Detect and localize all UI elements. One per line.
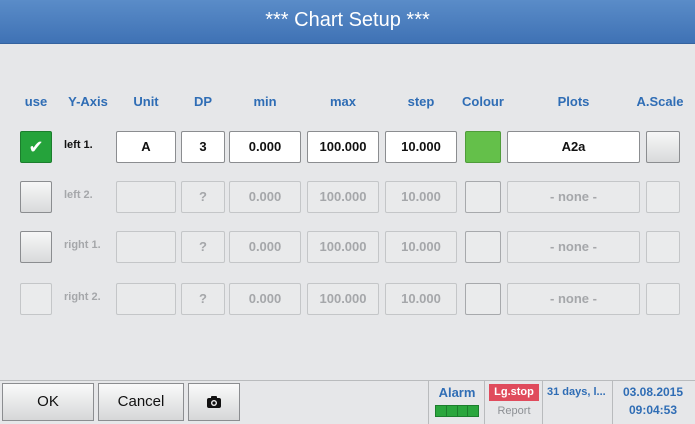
step-field-left1[interactable]: 10.000 (385, 131, 457, 163)
unit-field-left1[interactable]: A (116, 131, 176, 163)
ascale-button-right1[interactable] (646, 231, 680, 263)
row-label-right1: right 1. (64, 239, 101, 251)
logger-panel[interactable]: Lg.stop Report (484, 381, 542, 424)
header-plots: Plots (557, 94, 590, 109)
duration-text: 31 days, l... (547, 386, 606, 398)
header-min: min (253, 94, 277, 109)
step-field-right2[interactable]: 10.000 (385, 283, 457, 315)
step-field-left2[interactable]: 10.000 (385, 181, 457, 213)
ascale-button-left2[interactable] (646, 181, 680, 213)
datetime-panel: 03.08.2015 09:04:53 (612, 381, 695, 424)
colour-swatch-right1[interactable] (465, 231, 501, 263)
plots-field-left1[interactable]: A2a (507, 131, 640, 163)
report-label: Report (497, 405, 531, 417)
ok-button[interactable]: OK (2, 383, 94, 421)
header-max: max (329, 94, 357, 109)
alarm-panel[interactable]: Alarm (428, 381, 484, 424)
max-field-left2[interactable]: 100.000 (307, 181, 379, 213)
check-icon: ✔ (28, 137, 44, 157)
alarm-indicator (435, 405, 479, 417)
header-colour: Colour (462, 94, 504, 109)
plots-field-right2[interactable]: - none - (507, 283, 640, 315)
plots-field-left2[interactable]: - none - (507, 181, 640, 213)
min-field-left1[interactable]: 0.000 (229, 131, 301, 163)
ascale-button-right2[interactable] (646, 283, 680, 315)
unit-field-right2[interactable] (116, 283, 176, 315)
window-title: *** Chart Setup *** (0, 0, 695, 44)
use-checkbox-right2[interactable] (20, 283, 52, 315)
header-ascale: A.Scale (636, 94, 684, 109)
use-checkbox-right1[interactable] (20, 231, 52, 263)
colour-swatch-left2[interactable] (465, 181, 501, 213)
row-label-left1: left 1. (64, 139, 93, 151)
use-checkbox-left1[interactable]: ✔ (20, 131, 52, 163)
camera-icon (207, 396, 221, 408)
row-label-right2: right 2. (64, 291, 101, 303)
use-checkbox-left2[interactable] (20, 181, 52, 213)
colour-swatch-right2[interactable] (465, 283, 501, 315)
cancel-button[interactable]: Cancel (98, 383, 184, 421)
duration-panel: 31 days, l... (542, 381, 612, 424)
alarm-label: Alarm (438, 385, 476, 400)
header-use: use (24, 94, 48, 109)
date-text: 03.08.2015 (622, 385, 684, 399)
step-field-right1[interactable]: 10.000 (385, 231, 457, 263)
lgstop-badge: Lg.stop (489, 384, 539, 401)
header-step: step (407, 94, 435, 109)
min-field-left2[interactable]: 0.000 (229, 181, 301, 213)
unit-field-right1[interactable] (116, 231, 176, 263)
colour-swatch-left1[interactable] (465, 131, 501, 163)
max-field-right2[interactable]: 100.000 (307, 283, 379, 315)
plots-field-right1[interactable]: - none - (507, 231, 640, 263)
header-dp: DP (193, 94, 213, 109)
time-text: 09:04:53 (628, 403, 678, 417)
max-field-right1[interactable]: 100.000 (307, 231, 379, 263)
unit-field-left2[interactable] (116, 181, 176, 213)
min-field-right2[interactable]: 0.000 (229, 283, 301, 315)
row-label-left2: left 2. (64, 189, 93, 201)
header-unit: Unit (133, 94, 159, 109)
dp-field-left1[interactable]: 3 (181, 131, 225, 163)
header-yaxis: Y-Axis (68, 94, 108, 109)
min-field-right1[interactable]: 0.000 (229, 231, 301, 263)
camera-button[interactable] (188, 383, 240, 421)
dp-field-left2[interactable]: ? (181, 181, 225, 213)
footer-bar: OK Cancel Alarm Lg.stop Report 31 days, … (0, 380, 695, 424)
dp-field-right1[interactable]: ? (181, 231, 225, 263)
dp-field-right2[interactable]: ? (181, 283, 225, 315)
max-field-left1[interactable]: 100.000 (307, 131, 379, 163)
ascale-button-left1[interactable] (646, 131, 680, 163)
